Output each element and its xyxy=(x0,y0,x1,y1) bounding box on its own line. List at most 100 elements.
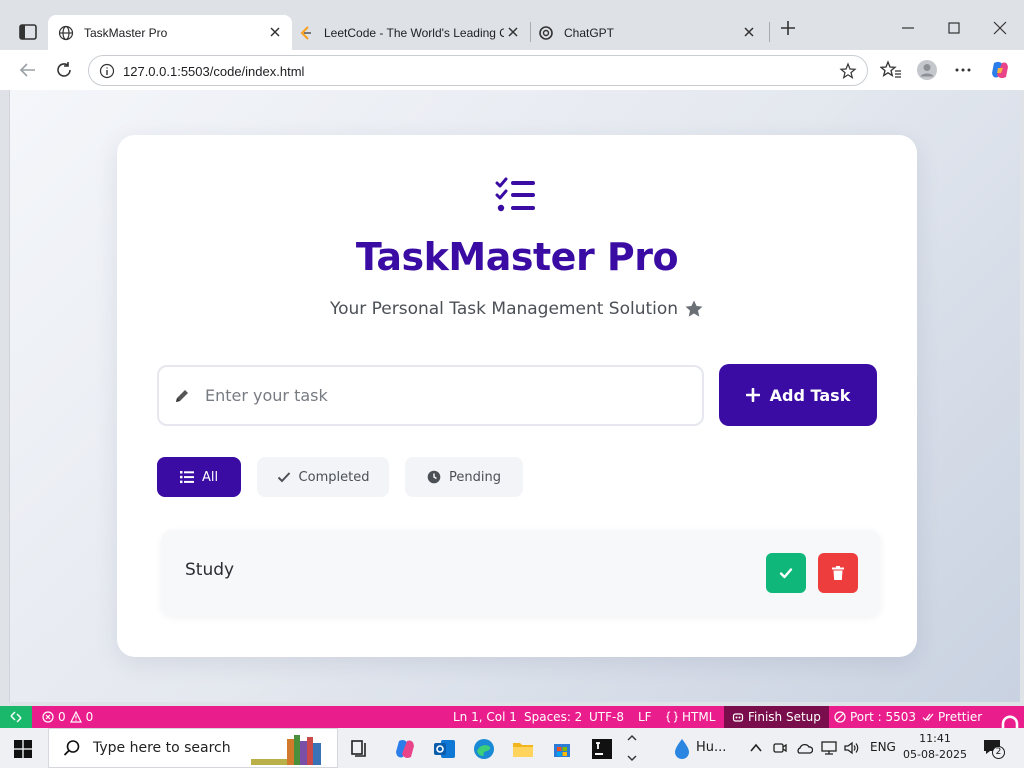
books-decoration-icon xyxy=(251,735,321,765)
finish-setup-button[interactable]: Finish Setup xyxy=(724,706,829,728)
filter-all-label: All xyxy=(201,469,219,485)
leetcode-icon xyxy=(300,25,311,40)
tab-leetcode[interactable]: LeetCode - The World's Leading O xyxy=(292,15,530,50)
url-text: 127.0.0.1:5503/code/index.html xyxy=(123,64,305,79)
close-tab-icon[interactable] xyxy=(268,25,282,39)
app-title: TaskMaster Pro xyxy=(355,235,679,279)
onedrive-icon[interactable] xyxy=(795,740,813,756)
meet-now-icon[interactable] xyxy=(772,740,788,756)
braces-icon xyxy=(666,711,678,723)
filter-completed-label: Completed xyxy=(298,469,370,485)
language-mode[interactable]: HTML xyxy=(666,710,715,724)
maximize-icon[interactable] xyxy=(944,18,964,38)
notification-center[interactable]: 2 xyxy=(982,738,1005,759)
more-options-icon[interactable] xyxy=(952,59,974,81)
network-icon[interactable] xyxy=(820,740,838,756)
filter-pending-label: Pending xyxy=(449,469,501,485)
globe-icon xyxy=(58,25,74,40)
indentation[interactable]: Spaces: 2 xyxy=(524,710,582,724)
weather-humidity-icon[interactable] xyxy=(670,737,694,761)
chatgpt-icon xyxy=(539,25,553,40)
filter-completed-button[interactable]: Completed xyxy=(257,457,389,497)
checkmark-icon xyxy=(277,472,290,483)
close-tab-icon[interactable] xyxy=(742,25,756,39)
file-explorer-icon[interactable] xyxy=(511,737,535,761)
clock-time: 11:41 xyxy=(919,732,951,745)
task-text: Study xyxy=(185,560,235,580)
tasks-list-icon xyxy=(495,177,535,212)
clock-date: 05-08-2025 xyxy=(903,748,967,761)
outlook-icon[interactable] xyxy=(433,737,457,761)
copilot-icon[interactable] xyxy=(989,59,1011,81)
tab-chatgpt[interactable]: ChatGPT xyxy=(532,15,768,50)
task-input[interactable] xyxy=(205,367,695,424)
favorite-star-icon[interactable] xyxy=(839,62,857,80)
language-label: HTML xyxy=(682,710,716,724)
filter-all-button[interactable]: All xyxy=(157,457,241,497)
star-icon xyxy=(685,300,703,317)
jetbrains-icon[interactable] xyxy=(590,737,614,761)
tab-separator xyxy=(530,22,531,42)
warning-icon xyxy=(69,711,82,723)
list-icon xyxy=(179,471,194,484)
prettier-status[interactable]: Prettier xyxy=(922,710,982,724)
close-window-icon[interactable] xyxy=(990,18,1010,38)
volume-icon[interactable] xyxy=(843,740,861,756)
notification-count: 2 xyxy=(992,746,1005,759)
task-input-wrapper xyxy=(157,365,704,426)
taskbar-scroll-icon[interactable] xyxy=(625,732,639,764)
warning-count: 0 xyxy=(85,710,94,724)
taskbar-clock[interactable]: 11:41 05-08-2025 xyxy=(900,731,970,763)
taskbar-search-box[interactable]: Type here to search xyxy=(48,728,338,768)
tab-label: TaskMaster Pro xyxy=(84,25,168,40)
double-check-icon xyxy=(922,713,934,721)
vscode-status-bar: 0 0 Ln 1, Col 1 Spaces: 2 UTF-8 LF HTML … xyxy=(0,706,1024,736)
app-subtitle: Your Personal Task Management Solution xyxy=(329,299,679,319)
edge-icon[interactable] xyxy=(472,737,496,761)
app-card: TaskMaster Pro Your Personal Task Manage… xyxy=(117,135,917,657)
search-placeholder: Type here to search xyxy=(93,740,231,756)
remote-indicator[interactable] xyxy=(0,706,32,728)
new-tab-icon[interactable] xyxy=(778,18,798,38)
delete-task-button[interactable] xyxy=(818,553,858,593)
add-task-button[interactable]: Add Task xyxy=(719,364,877,426)
weather-label[interactable]: Hu... xyxy=(696,740,726,755)
prettier-label: Prettier xyxy=(938,710,983,724)
no-entry-icon xyxy=(834,711,846,723)
add-task-label: Add Task xyxy=(769,385,851,405)
page-viewport: TaskMaster Pro Your Personal Task Manage… xyxy=(9,90,1020,702)
chevron-up-icon[interactable] xyxy=(748,740,764,756)
site-info-icon[interactable] xyxy=(99,63,115,79)
task-item: Study xyxy=(161,530,881,616)
pencil-icon xyxy=(176,390,188,402)
copilot-taskbar-icon[interactable] xyxy=(393,737,417,761)
app-subtitle-row: Your Personal Task Management Solution xyxy=(117,299,917,319)
copilot-status-icon xyxy=(732,713,744,722)
search-icon xyxy=(63,740,80,756)
windows-taskbar: Type here to search Hu... ENG 11:41 05-0… xyxy=(0,728,1024,768)
task-view-icon[interactable] xyxy=(348,737,372,761)
tab-label: LeetCode - The World's Leading O xyxy=(324,25,504,40)
windows-start-icon[interactable] xyxy=(14,740,32,758)
filter-pending-button[interactable]: Pending xyxy=(405,457,523,497)
live-server-port[interactable]: Port : 5503 xyxy=(834,710,916,724)
reload-icon[interactable] xyxy=(53,59,75,81)
close-tab-icon[interactable] xyxy=(506,25,520,39)
error-icon xyxy=(42,711,54,723)
back-arrow-icon[interactable] xyxy=(17,59,39,81)
encoding[interactable]: UTF-8 xyxy=(589,710,624,724)
microsoft-store-icon[interactable] xyxy=(550,737,574,761)
address-bar[interactable]: 127.0.0.1:5503/code/index.html xyxy=(88,55,868,86)
input-language[interactable]: ENG xyxy=(870,740,896,754)
problems-indicator[interactable]: 0 0 xyxy=(42,710,93,724)
sidebar-toggle-icon[interactable] xyxy=(18,22,38,42)
cursor-position[interactable]: Ln 1, Col 1 xyxy=(453,710,517,724)
favorites-icon[interactable] xyxy=(880,59,902,81)
complete-task-button[interactable] xyxy=(766,553,806,593)
check-icon xyxy=(779,568,793,579)
tab-taskmaster[interactable]: TaskMaster Pro xyxy=(48,15,292,50)
remote-icon xyxy=(10,711,22,723)
end-of-line[interactable]: LF xyxy=(638,710,652,724)
minimize-icon[interactable] xyxy=(898,18,918,38)
profile-avatar-icon[interactable] xyxy=(916,59,938,81)
